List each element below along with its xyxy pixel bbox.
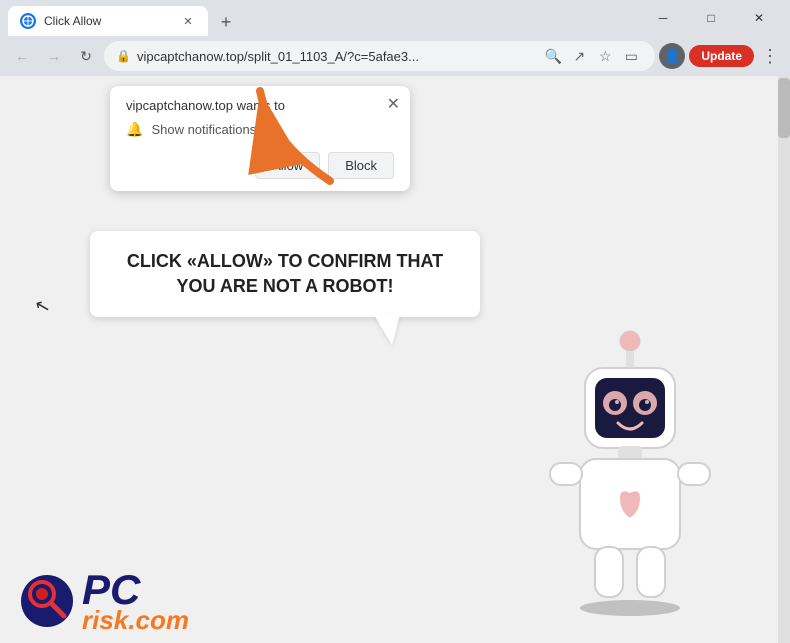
mouse-cursor: ↖ — [33, 294, 53, 318]
menu-button[interactable]: ⋮ — [758, 44, 782, 68]
pcrisk-text: PC risk.com — [82, 569, 189, 633]
address-bar: ← → ↻ 🔒 vipcaptchanow.top/split_01_1103_… — [0, 36, 790, 76]
reload-button[interactable]: ↻ — [72, 42, 100, 70]
update-button[interactable]: Update — [689, 45, 754, 67]
scrollbar[interactable] — [778, 76, 790, 643]
tab-favicon — [20, 13, 36, 29]
profile-icon[interactable]: 👤 — [659, 43, 685, 69]
tab-area: Click Allow ✕ + — [8, 0, 636, 36]
forward-button[interactable]: → — [40, 42, 68, 70]
scrollbar-thumb[interactable] — [778, 78, 790, 138]
bookmark-icon[interactable]: ☆ — [593, 44, 617, 68]
popup-close-button[interactable]: ✕ — [387, 94, 400, 114]
pcrisk-logo: PC risk.com — [20, 569, 189, 633]
speech-bubble: CLICK «ALLOW» TO CONFIRM THAT YOU ARE NO… — [90, 231, 480, 317]
robot-character — [530, 323, 730, 623]
address-input-box[interactable]: 🔒 vipcaptchanow.top/split_01_1103_A/?c=5… — [104, 41, 655, 71]
reading-mode-icon[interactable]: ▭ — [619, 44, 643, 68]
close-button[interactable]: ✕ — [736, 2, 782, 34]
browser-window: Click Allow ✕ + ─ □ ✕ ← → ↻ 🔒 vipcaptcha… — [0, 0, 790, 643]
minimize-button[interactable]: ─ — [640, 2, 686, 34]
share-icon[interactable]: ↗ — [567, 44, 591, 68]
bubble-tail — [374, 315, 400, 345]
url-text: vipcaptchanow.top/split_01_1103_A/?c=5af… — [137, 49, 535, 64]
title-bar: Click Allow ✕ + ─ □ ✕ — [0, 0, 790, 36]
active-tab[interactable]: Click Allow ✕ — [8, 6, 208, 36]
speech-bubble-text: CLICK «ALLOW» TO CONFIRM THAT YOU ARE NO… — [112, 249, 458, 299]
new-tab-button[interactable]: + — [212, 8, 240, 36]
pcrisk-icon — [20, 574, 74, 628]
maximize-button[interactable]: □ — [688, 2, 734, 34]
address-action-icons: 🔍 ↗ ☆ ▭ — [541, 44, 643, 68]
bell-icon: 🔔 — [126, 121, 143, 138]
page-content: ✕ vipcaptchanow.top wants to 🔔 Show noti… — [0, 76, 790, 643]
tab-close-button[interactable]: ✕ — [180, 13, 196, 29]
lock-icon: 🔒 — [116, 49, 131, 63]
orange-arrow — [240, 81, 360, 206]
pcrisk-risk: risk — [82, 605, 128, 635]
back-button[interactable]: ← — [8, 42, 36, 70]
tab-title: Click Allow — [44, 14, 172, 28]
window-controls: ─ □ ✕ — [640, 2, 782, 34]
search-icon[interactable]: 🔍 — [541, 44, 565, 68]
pcrisk-dotcom: .com — [128, 605, 189, 635]
